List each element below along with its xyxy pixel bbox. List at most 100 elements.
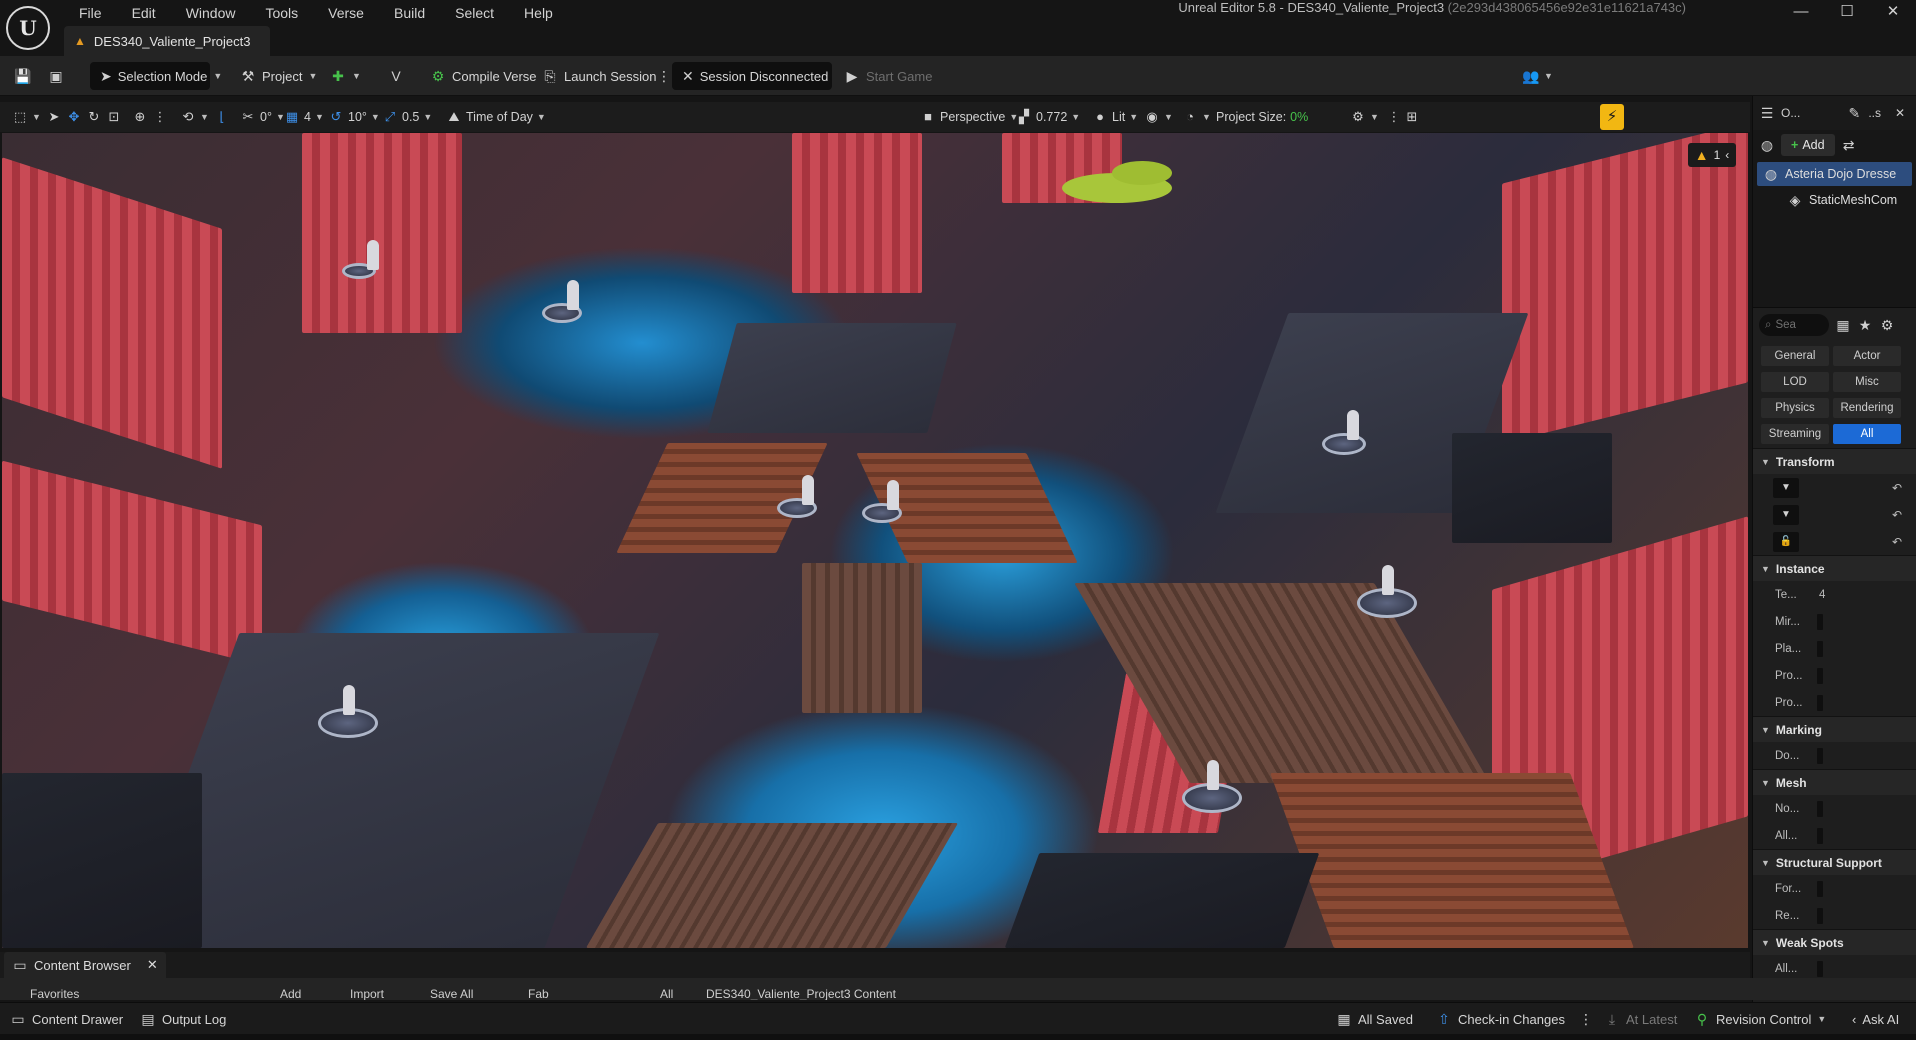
- level-viewport[interactable]: ▲ 1 ‹: [2, 133, 1748, 948]
- close-icon[interactable]: ✕: [1895, 106, 1905, 120]
- selection-mode-dropdown[interactable]: ➤ Selection Mode ▼: [90, 62, 222, 90]
- compile-verse-button[interactable]: ⚙ Compile Verse: [430, 62, 537, 90]
- property-row[interactable]: Pro...: [1753, 662, 1916, 689]
- viewport-settings-dropdown[interactable]: ⚙ ▼: [1350, 106, 1379, 128]
- menu-file[interactable]: File: [64, 2, 117, 24]
- menu-tools[interactable]: Tools: [250, 2, 313, 24]
- gear-icon[interactable]: ⚙: [1879, 317, 1895, 333]
- outliner-row[interactable]: ◈ StaticMeshCom: [1753, 188, 1916, 212]
- property-value-field[interactable]: [1817, 640, 1823, 657]
- start-game-button[interactable]: ▶ Start Game: [844, 62, 933, 90]
- details-tab[interactable]: ..s: [1868, 106, 1881, 120]
- table-view-icon[interactable]: ▦: [1835, 317, 1851, 333]
- property-row[interactable]: Te... 4: [1753, 581, 1916, 608]
- category-mesh[interactable]: ▼ Mesh: [1753, 769, 1916, 795]
- property-value-field[interactable]: [1817, 960, 1823, 977]
- star-icon[interactable]: ★: [1857, 317, 1873, 333]
- cb-save-all-button[interactable]: Save All: [430, 987, 473, 1000]
- blueprint-icon[interactable]: ⇄: [1841, 137, 1857, 153]
- viewport-warning-badge[interactable]: ▲ 1 ‹: [1688, 143, 1736, 167]
- category-weak-spots[interactable]: ▼ Weak Spots: [1753, 929, 1916, 955]
- filter-rendering[interactable]: Rendering: [1833, 398, 1901, 418]
- snap-to-floor-icon[interactable]: ⌊: [214, 106, 230, 128]
- category-structural-support[interactable]: ▼ Structural Support: [1753, 849, 1916, 875]
- property-row[interactable]: Re...: [1753, 902, 1916, 929]
- revision-control-dropdown[interactable]: ⚲ Revision Control ▼: [1694, 1003, 1826, 1035]
- location-dropdown[interactable]: ▼: [1773, 477, 1799, 498]
- scale-tool-icon[interactable]: ⊡: [106, 106, 122, 128]
- verse-icon[interactable]: V: [388, 62, 404, 90]
- world-space-icon[interactable]: ⊕ ⋮: [132, 106, 168, 128]
- viewport-options-icon[interactable]: ⋮: [1386, 106, 1402, 128]
- viewport-layout-icon[interactable]: ⊞: [1404, 106, 1420, 128]
- realtime-toggle-icon[interactable]: ⚡: [1600, 104, 1624, 130]
- details-search-input[interactable]: ⌕ Sea: [1759, 314, 1829, 336]
- unreal-logo-icon[interactable]: U: [6, 6, 50, 50]
- player-spawn-pad[interactable]: [1357, 565, 1417, 618]
- reset-icon[interactable]: ↶: [1892, 535, 1902, 549]
- users-icon[interactable]: 👥 ▼: [1522, 62, 1553, 90]
- all-saved-indicator[interactable]: ▦ All Saved: [1336, 1003, 1413, 1035]
- property-row[interactable]: Do...: [1753, 742, 1916, 769]
- project-dropdown[interactable]: ⚒ Project ▼: [240, 62, 318, 90]
- status-options-icon[interactable]: ⋮: [1578, 1003, 1594, 1035]
- rotation-dropdown[interactable]: ▼: [1773, 504, 1799, 525]
- close-icon[interactable]: ✕: [147, 957, 158, 973]
- property-value-field[interactable]: [1817, 827, 1823, 844]
- menu-edit[interactable]: Edit: [117, 2, 171, 24]
- player-spawn-pad[interactable]: [1322, 410, 1366, 455]
- perspective-dropdown[interactable]: ■ Perspective ▼: [920, 106, 1018, 128]
- content-browser-tab[interactable]: ▭ Content Browser ✕: [4, 952, 166, 978]
- scale-lock-icon[interactable]: 🔓: [1773, 531, 1799, 552]
- property-value-field[interactable]: [1817, 800, 1823, 817]
- view-mode-dropdown[interactable]: ● Lit ▼: [1092, 106, 1138, 128]
- player-spawn-pad[interactable]: [318, 685, 378, 738]
- favorites-toggle[interactable]: Favorites: [30, 987, 79, 1000]
- property-row[interactable]: Pla...: [1753, 635, 1916, 662]
- outliner-tab[interactable]: O...: [1781, 106, 1800, 120]
- player-spawn-pad[interactable]: [1182, 760, 1242, 813]
- cb-import-button[interactable]: Import: [350, 987, 384, 1000]
- property-value-field[interactable]: [1817, 613, 1823, 630]
- filter-lod[interactable]: LOD: [1761, 372, 1829, 392]
- rotation-snap-dropdown[interactable]: ✂ 0° ▼: [240, 106, 285, 128]
- content-drawer-button[interactable]: ▭ Content Drawer: [10, 1003, 123, 1035]
- surface-snap-dropdown[interactable]: ⟲ ▼: [180, 106, 209, 128]
- property-row[interactable]: For...: [1753, 875, 1916, 902]
- property-value-field[interactable]: [1817, 880, 1823, 897]
- cb-path-content[interactable]: DES340_Valiente_Project3 Content: [706, 987, 896, 1000]
- cb-add-button[interactable]: Add: [280, 987, 301, 1000]
- transform-mode-dropdown[interactable]: ⬚ ▼: [12, 106, 41, 128]
- category-instance[interactable]: ▼ Instance: [1753, 555, 1916, 581]
- filter-physics[interactable]: Physics: [1761, 398, 1829, 418]
- filter-general[interactable]: General: [1761, 346, 1829, 366]
- filter-misc[interactable]: Misc: [1833, 372, 1901, 392]
- performance-dropdown[interactable]: ◔ ▼: [1182, 106, 1211, 128]
- launch-session-button[interactable]: ⎘ Launch Session: [542, 62, 656, 90]
- player-spawn-pad[interactable]: [777, 475, 817, 518]
- menu-verse[interactable]: Verse: [313, 2, 379, 24]
- output-log-button[interactable]: ▤ Output Log: [140, 1003, 226, 1035]
- add-content-dropdown[interactable]: ✚ ▼: [330, 62, 361, 90]
- add-component-button[interactable]: + Add: [1781, 134, 1835, 156]
- filter-streaming[interactable]: Streaming: [1761, 424, 1829, 444]
- cb-path-all[interactable]: All: [660, 987, 673, 1000]
- category-transform[interactable]: ▼ Transform: [1753, 448, 1916, 474]
- property-row[interactable]: Pro...: [1753, 689, 1916, 716]
- outliner-row[interactable]: ◍ Asteria Dojo Dresse: [1757, 162, 1912, 186]
- at-latest-indicator[interactable]: ⤓ At Latest: [1604, 1003, 1677, 1035]
- minimize-button[interactable]: —: [1778, 0, 1824, 24]
- player-spawn-pad[interactable]: [342, 240, 379, 279]
- browse-icon[interactable]: ▣: [48, 62, 64, 90]
- property-value-field[interactable]: [1817, 667, 1823, 684]
- translate-tool-icon[interactable]: ✥: [66, 106, 82, 128]
- menu-help[interactable]: Help: [509, 2, 568, 24]
- scale-snap-dropdown[interactable]: ⤢ 0.5 ▼: [382, 106, 433, 128]
- property-value-field[interactable]: [1817, 694, 1823, 711]
- property-value-field[interactable]: [1817, 907, 1823, 924]
- filter-all[interactable]: All: [1833, 424, 1901, 444]
- filter-actor[interactable]: Actor: [1833, 346, 1901, 366]
- grid-snap-dropdown[interactable]: ▦ 4 ▼: [284, 106, 324, 128]
- reset-icon[interactable]: ↶: [1892, 481, 1902, 495]
- maximize-button[interactable]: ☐: [1824, 0, 1870, 24]
